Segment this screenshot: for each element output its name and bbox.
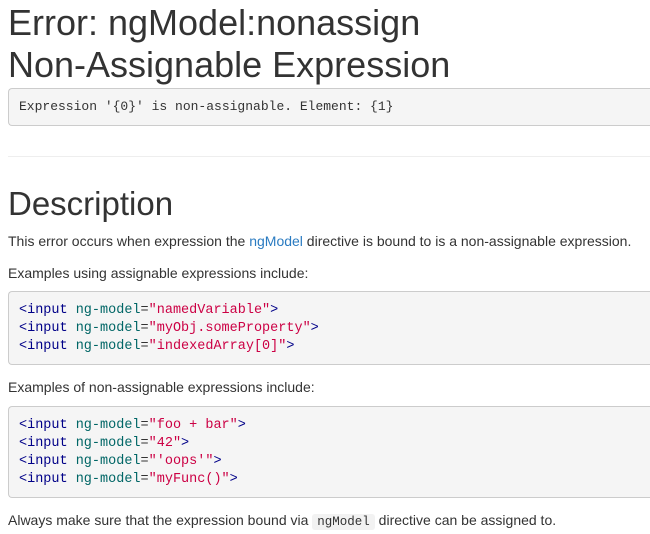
code-line: <input ng-model="myObj.someProperty"> [19, 320, 650, 338]
code-tag: <input [19, 321, 68, 336]
code-close: > [237, 418, 246, 433]
code-tag: <input [19, 472, 68, 487]
intro-text-before: This error occurs when expression the [8, 233, 250, 249]
code-close: > [310, 321, 319, 336]
code-attr: ng-model [67, 303, 141, 318]
section-divider [8, 156, 650, 157]
closing-note: Always make sure that the expression bou… [8, 510, 556, 532]
page-title-line-1: Error: ngModel:nonassign [8, 2, 421, 43]
code-tag: <input [19, 454, 68, 469]
code-eq: = [140, 303, 149, 318]
code-eq: = [140, 454, 149, 469]
code-close: > [286, 339, 295, 354]
code-value: "foo + bar" [148, 418, 238, 433]
code-value: "42" [148, 436, 182, 451]
error-message-block: Expression '{0}' is non-assignable. Elem… [8, 88, 650, 126]
error-doc-page: Error: ngModel:nonassign Non-Assignable … [0, 0, 650, 534]
code-line: <input ng-model="42"> [19, 435, 650, 453]
description-heading: Description [8, 185, 174, 222]
code-line: <input ng-model="indexedArray[0]"> [19, 338, 650, 356]
code-line: <input ng-model="myFunc()"> [19, 471, 650, 489]
code-attr: ng-model [67, 472, 141, 487]
code-value: "myFunc()" [148, 472, 230, 487]
code-line: <input ng-model="foo + bar"> [19, 417, 650, 435]
code-value: "'oops'" [148, 454, 214, 469]
code-attr: ng-model [67, 321, 141, 336]
ngmodel-link[interactable]: ngModel [249, 233, 303, 249]
code-tag: <input [19, 339, 68, 354]
code-eq: = [140, 339, 149, 354]
page-title: Error: ngModel:nonassign Non-Assignable … [8, 2, 450, 86]
code-line: <input ng-model="namedVariable"> [19, 302, 650, 320]
ngmodel-inline-code: ngModel [312, 514, 375, 530]
code-tag: <input [19, 436, 68, 451]
code-value: "myObj.someProperty" [148, 321, 311, 336]
closing-text-before: Always make sure that the expression bou… [8, 512, 313, 528]
description-intro: This error occurs when expression the ng… [8, 231, 631, 251]
code-attr: ng-model [67, 436, 141, 451]
code-tag: <input [19, 303, 68, 318]
nonassignable-label: Examples of non-assignable expressions i… [8, 379, 315, 395]
code-eq: = [140, 321, 149, 336]
intro-text-after: directive is bound to is a non-assignabl… [302, 233, 632, 249]
code-eq: = [140, 436, 149, 451]
nonassignable-code-block: <input ng-model="foo + bar"> <input ng-m… [8, 406, 650, 498]
code-tag: <input [19, 418, 68, 433]
code-close: > [181, 436, 190, 451]
code-eq: = [140, 472, 149, 487]
code-eq: = [140, 418, 149, 433]
assignable-label: Examples using assignable expressions in… [8, 265, 309, 281]
code-value: "namedVariable" [148, 303, 271, 318]
code-attr: ng-model [67, 418, 141, 433]
code-attr: ng-model [67, 454, 141, 469]
code-close: > [229, 472, 238, 487]
code-value: "indexedArray[0]" [148, 339, 287, 354]
assignable-code-block: <input ng-model="namedVariable"> <input … [8, 291, 650, 365]
code-close: > [270, 303, 279, 318]
code-attr: ng-model [67, 339, 141, 354]
page-title-line-2: Non-Assignable Expression [8, 44, 451, 85]
code-line: <input ng-model="'oops'"> [19, 453, 650, 471]
code-close: > [213, 454, 222, 469]
closing-text-after: directive can be assigned to. [374, 512, 557, 528]
